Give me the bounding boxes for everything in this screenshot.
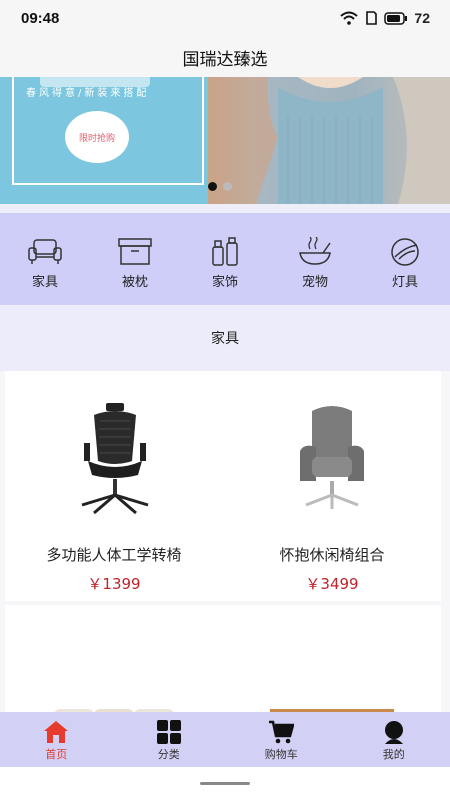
- product-row: 多功能人体工学转椅 ￥1399 怀抱休闲椅组合 ￥3499: [5, 371, 441, 601]
- tab-category[interactable]: 分类: [113, 712, 226, 767]
- lamp-icon: [391, 238, 419, 266]
- product-name: 怀抱休闲椅组合: [279, 546, 385, 564]
- product-image: [5, 391, 223, 531]
- office-chair-image: [81, 403, 149, 515]
- home-indicator[interactable]: [200, 782, 250, 785]
- sofa-icon: [28, 239, 62, 264]
- carousel-indicator[interactable]: [208, 182, 232, 191]
- product-price: ￥3499: [305, 575, 359, 593]
- tab-label: 首页: [45, 748, 68, 761]
- product-price: ￥1399: [87, 575, 141, 593]
- banner-subtitle: 春风得意/新装来搭配: [26, 88, 150, 99]
- category-label: 家饰: [211, 275, 238, 290]
- bottom-tab-bar: 首页 分类 购物车 我的: [0, 712, 450, 767]
- category-label: 灯具: [391, 275, 418, 290]
- tab-label: 我的: [382, 748, 405, 761]
- product-card[interactable]: 多功能人体工学转椅 ￥1399: [5, 371, 223, 601]
- section-title: 家具: [211, 331, 239, 347]
- banner-cta-button[interactable]: 限时抢购: [65, 111, 129, 163]
- cart-icon: [269, 720, 295, 744]
- tab-home[interactable]: 首页: [0, 712, 113, 767]
- product-image: [223, 391, 441, 531]
- category-label: 被枕: [121, 275, 148, 290]
- user-icon: [384, 721, 403, 744]
- section-header: 家具: [0, 305, 450, 371]
- divider: [0, 204, 450, 213]
- category-item-bedding[interactable]: 被枕: [90, 213, 180, 305]
- storage-box-icon: [118, 238, 152, 265]
- status-bar: 09:48 72: [0, 0, 450, 38]
- sim-icon: [366, 11, 378, 25]
- product-name: 多功能人体工学转椅: [46, 546, 182, 564]
- tab-label: 购物车: [264, 748, 298, 761]
- battery-level: 72: [414, 10, 430, 26]
- pet-bowl-icon: [299, 237, 331, 265]
- product-card[interactable]: 怀抱休闲椅组合 ￥3499: [223, 371, 441, 601]
- category-item-pets[interactable]: 宠物: [270, 213, 360, 305]
- lounge-chair-image: [300, 406, 364, 509]
- banner-carousel[interactable]: 春风得意/新装来搭配 限时抢购: [0, 77, 450, 204]
- battery-icon: [384, 11, 408, 25]
- category-item-furniture[interactable]: 家具: [0, 213, 90, 305]
- grid-icon: [156, 720, 181, 744]
- category-item-lamps[interactable]: 灯具: [360, 213, 450, 305]
- carousel-dot[interactable]: [223, 182, 232, 191]
- page-title: 国瑞达臻选: [182, 50, 268, 70]
- banner-slide-left: 春风得意/新装来搭配 限时抢购: [0, 77, 208, 204]
- status-time: 09:48: [21, 10, 60, 27]
- status-icons: 72: [340, 10, 430, 26]
- carousel-dot[interactable]: [208, 182, 217, 191]
- app-header: 国瑞达臻选: [0, 38, 450, 77]
- category-bar: 家具 被枕 家饰 宠物 灯具: [0, 213, 450, 305]
- category-label: 家具: [31, 275, 58, 290]
- tab-label: 分类: [157, 748, 180, 761]
- home-icon: [44, 721, 69, 743]
- wifi-icon: [340, 11, 359, 25]
- banner-photo: [208, 77, 450, 204]
- sweater-model-image: [208, 77, 450, 204]
- category-item-decor[interactable]: 家饰: [180, 213, 270, 305]
- bottles-icon: [212, 237, 238, 266]
- tab-profile[interactable]: 我的: [338, 712, 450, 767]
- tab-cart[interactable]: 购物车: [225, 712, 338, 767]
- category-label: 宠物: [301, 275, 328, 290]
